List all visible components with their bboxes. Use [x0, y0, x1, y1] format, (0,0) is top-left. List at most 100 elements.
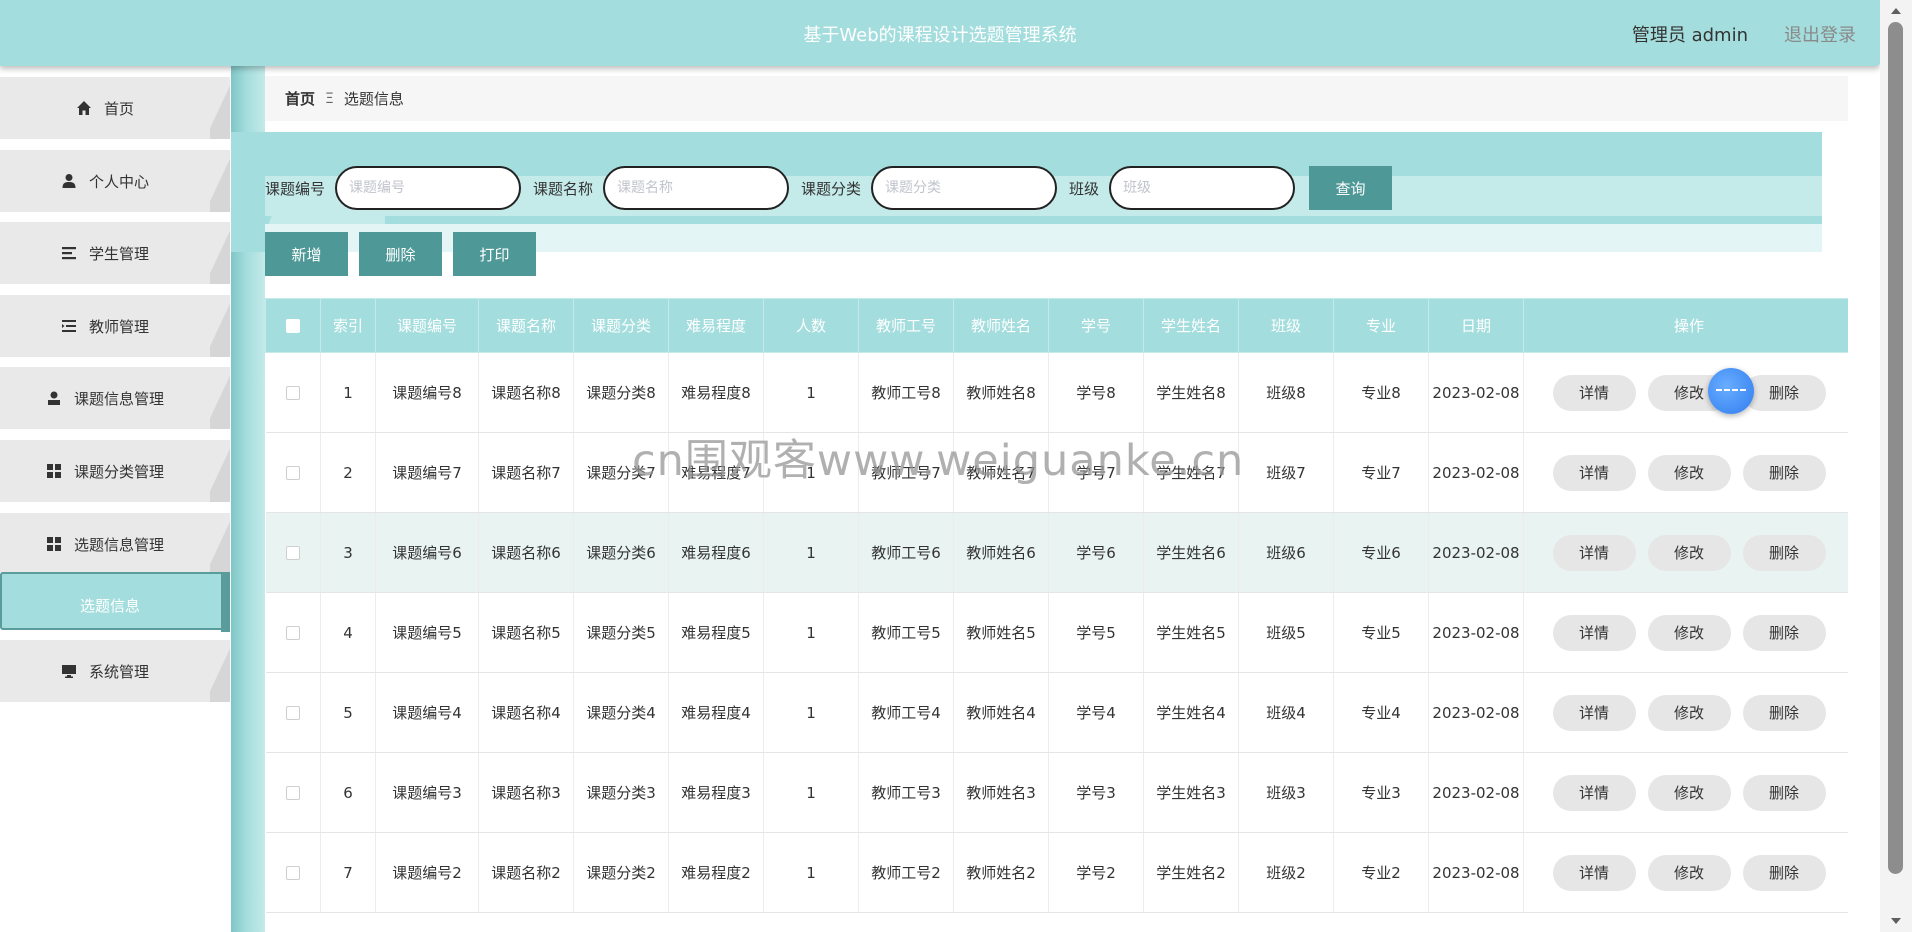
- sidebar-item-selection-manage[interactable]: 选题信息管理: [0, 513, 230, 575]
- row-checkbox[interactable]: [285, 386, 300, 400]
- select-all-cell[interactable]: [265, 298, 321, 353]
- column-header: 班级: [1238, 298, 1334, 353]
- query-button[interactable]: 查询: [1309, 166, 1393, 210]
- scroll-down-icon[interactable]: [1891, 918, 1901, 924]
- row-select-cell[interactable]: [265, 432, 321, 513]
- row-select-cell[interactable]: [265, 512, 321, 593]
- row-select-cell[interactable]: [265, 752, 321, 833]
- delete-button[interactable]: 删除: [1742, 454, 1826, 491]
- breadcrumb-home[interactable]: 首页: [285, 88, 315, 109]
- select-all-checkbox[interactable]: [286, 319, 300, 333]
- topic-category-input[interactable]: [871, 166, 1058, 210]
- column-header: 课题编号: [375, 298, 479, 353]
- edit-button[interactable]: 修改: [1647, 774, 1731, 811]
- table-cell: 课题编号7: [375, 432, 479, 513]
- sidebar-item-label: 个人中心: [88, 172, 149, 191]
- column-header: 学生姓名: [1143, 298, 1239, 353]
- table-row[interactable]: 6 课题编号3 课题名称3 课题分类3 难易程度3 1 教师工号3 教师姓名3 学号3 学生姓名3…: [265, 752, 1848, 833]
- logout-link[interactable]: 退出登录: [1784, 21, 1856, 47]
- column-header: 专业: [1333, 298, 1429, 353]
- topic-code-input[interactable]: [335, 166, 522, 210]
- table-cell: 课题名称5: [478, 592, 574, 673]
- edit-button[interactable]: 修改: [1647, 454, 1731, 491]
- list-icon: [61, 247, 76, 260]
- table-row[interactable]: 5 课题编号4 课题名称4 课题分类4 难易程度4 1 教师工号4 教师姓名4 学号4 学生姓名4…: [265, 672, 1848, 753]
- search-label-category: 课题分类: [801, 179, 862, 198]
- row-select-cell[interactable]: [265, 352, 321, 433]
- table-cell: 2023-02-08: [1428, 752, 1524, 833]
- batch-delete-button[interactable]: 删除: [359, 232, 442, 276]
- detail-button[interactable]: 详情: [1552, 374, 1636, 411]
- sidebar-item-home[interactable]: 首页: [0, 77, 230, 139]
- table-row[interactable]: 7 课题编号2 课题名称2 课题分类2 难易程度2 1 教师工号2 教师姓名2 学号2 学生姓名2…: [265, 832, 1848, 913]
- floating-assistant-icon[interactable]: [1708, 368, 1754, 414]
- edit-button[interactable]: 修改: [1647, 534, 1731, 571]
- row-checkbox[interactable]: [285, 626, 300, 640]
- grid-icon: [46, 464, 61, 478]
- table-cell: 教师姓名4: [953, 672, 1049, 753]
- edit-button[interactable]: 修改: [1647, 694, 1731, 731]
- table-cell: 6: [320, 752, 376, 833]
- detail-button[interactable]: 详情: [1552, 774, 1636, 811]
- vertical-scrollbar[interactable]: [1880, 0, 1912, 932]
- row-select-cell[interactable]: [265, 672, 321, 753]
- detail-button[interactable]: 详情: [1552, 534, 1636, 571]
- delete-button[interactable]: 删除: [1742, 614, 1826, 651]
- list-indent-icon: [61, 320, 76, 332]
- row-checkbox[interactable]: [285, 546, 300, 560]
- print-button[interactable]: 打印: [453, 232, 536, 276]
- delete-button[interactable]: 删除: [1742, 374, 1826, 411]
- table-cell: 课题分类4: [573, 672, 669, 753]
- row-checkbox[interactable]: [285, 786, 300, 800]
- add-button[interactable]: 新增: [265, 232, 348, 276]
- sidebar-item-topic-info[interactable]: 课题信息管理: [0, 367, 230, 429]
- table-cell: 学号4: [1048, 672, 1144, 753]
- sidebar-item-profile[interactable]: 个人中心: [0, 150, 230, 212]
- table-cell: 学号2: [1048, 832, 1144, 913]
- table-cell: 1: [763, 432, 859, 513]
- row-checkbox[interactable]: [285, 706, 300, 720]
- table-row[interactable]: 4 课题编号5 课题名称5 课题分类5 难易程度5 1 教师工号5 教师姓名5 学号5 学生姓名5…: [265, 592, 1848, 673]
- scroll-up-icon[interactable]: [1891, 8, 1901, 14]
- table-row[interactable]: 1 课题编号8 课题名称8 课题分类8 难易程度8 1 教师工号8 教师姓名8 学号8 学生姓名8…: [265, 352, 1848, 433]
- row-select-cell[interactable]: [265, 592, 321, 673]
- column-header: 教师姓名: [953, 298, 1049, 353]
- sidebar-item-students[interactable]: 学生管理: [0, 222, 230, 284]
- scrollbar-thumb[interactable]: [1888, 22, 1903, 874]
- table-cell: 难易程度3: [668, 752, 764, 833]
- table-cell: 难易程度7: [668, 432, 764, 513]
- detail-button[interactable]: 详情: [1552, 694, 1636, 731]
- table-cell: 专业8: [1333, 352, 1429, 433]
- class-input[interactable]: [1109, 166, 1296, 210]
- delete-button[interactable]: 删除: [1742, 534, 1826, 571]
- table-row[interactable]: 3 课题编号6 课题名称6 课题分类6 难易程度6 1 教师工号6 教师姓名6 学号6 学生姓名6…: [265, 512, 1848, 593]
- table-row[interactable]: 2 课题编号7 课题名称7 课题分类7 难易程度7 1 教师工号7 教师姓名7 学号7 学生姓名7…: [265, 432, 1848, 513]
- table-cell: 教师工号4: [858, 672, 954, 753]
- row-actions-cell: 详情 修改 删除: [1523, 592, 1848, 673]
- table-cell: 学号3: [1048, 752, 1144, 833]
- action-toolbar: 新增 删除 打印: [265, 232, 536, 276]
- column-header: 课题分类: [573, 298, 669, 353]
- detail-button[interactable]: 详情: [1552, 854, 1636, 891]
- table-cell: 2023-02-08: [1428, 592, 1524, 673]
- delete-button[interactable]: 删除: [1742, 854, 1826, 891]
- table-cell: 4: [320, 592, 376, 673]
- table-cell: 教师工号5: [858, 592, 954, 673]
- delete-button[interactable]: 删除: [1742, 774, 1826, 811]
- topic-name-input[interactable]: [603, 166, 790, 210]
- row-checkbox[interactable]: [285, 866, 300, 880]
- row-actions-cell: 详情 修改 删除: [1523, 352, 1848, 433]
- sidebar-item-teachers[interactable]: 教师管理: [0, 295, 230, 357]
- detail-button[interactable]: 详情: [1552, 614, 1636, 651]
- sidebar-item-topic-category[interactable]: 课题分类管理: [0, 440, 230, 502]
- edit-button[interactable]: 修改: [1647, 854, 1731, 891]
- edit-button[interactable]: 修改: [1647, 614, 1731, 651]
- sidebar-item-system[interactable]: 系统管理: [0, 640, 230, 702]
- table-cell: 课题编号6: [375, 512, 479, 593]
- delete-button[interactable]: 删除: [1742, 694, 1826, 731]
- sidebar-subitem-selection-info[interactable]: 选题信息: [0, 572, 230, 632]
- table-cell: 学生姓名7: [1143, 432, 1239, 513]
- row-select-cell[interactable]: [265, 832, 321, 913]
- row-checkbox[interactable]: [285, 466, 300, 480]
- detail-button[interactable]: 详情: [1552, 454, 1636, 491]
